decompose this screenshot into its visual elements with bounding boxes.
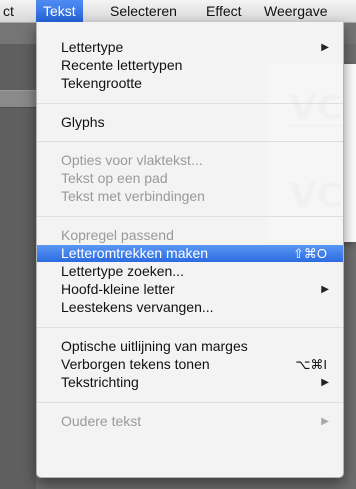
menu-item-label: Lettertype zoeken...: [61, 263, 184, 279]
menubar-item-weergave[interactable]: Weergave: [257, 0, 335, 22]
menu-item-label: Letteromtrekken maken: [61, 245, 209, 261]
triangle-right-icon: ▶: [321, 284, 329, 295]
panel-highlight-bar: [0, 90, 36, 108]
menubar-item-object[interactable]: ct: [0, 0, 21, 22]
menu-item-tekstrichting[interactable]: Tekstrichting ▶: [37, 374, 343, 391]
menu-item-shortcut: ⇧⌘O: [292, 246, 327, 261]
menu-item-lettertype[interactable]: Lettertype ▶: [37, 39, 343, 56]
menu-item-label: Tekstrichting: [61, 374, 139, 390]
menu-item-shortcut: ⌥⌘I: [295, 357, 327, 372]
menu-separator: [37, 141, 343, 142]
menu-item-label: Tekengrootte: [61, 75, 142, 91]
menu-item-hoofd-kleine-letter[interactable]: Hoofd-kleine letter ▶: [37, 281, 343, 298]
tools-panel-edge: [0, 44, 36, 489]
triangle-right-icon: ▶: [321, 416, 329, 427]
menu-item-label: Recente lettertypen: [61, 57, 183, 73]
menu-separator: [37, 103, 343, 104]
tekst-dropdown-menu: Lettertype ▶ Recente lettertypen Tekengr…: [36, 22, 344, 478]
menu-item-recente-lettertypen[interactable]: Recente lettertypen: [37, 57, 343, 74]
menu-item-label: Kopregel passend: [61, 227, 174, 243]
menu-separator: [37, 402, 343, 403]
menubar-item-tekst[interactable]: Tekst: [36, 0, 83, 22]
menu-item-oudere-tekst: Oudere tekst ▶: [37, 413, 343, 430]
menu-separator: [37, 327, 343, 328]
triangle-right-icon: ▶: [321, 377, 329, 388]
menu-item-label: Verborgen tekens tonen: [61, 356, 210, 372]
menu-item-lettertype-zoeken[interactable]: Lettertype zoeken...: [37, 263, 343, 280]
menu-item-tekst-op-een-pad: Tekst op een pad: [37, 170, 343, 187]
menu-item-label: Optische uitlijning van marges: [61, 338, 248, 354]
menu-item-label: Glyphs: [61, 114, 105, 130]
triangle-right-icon: ▶: [321, 42, 329, 53]
menu-item-tekengrootte[interactable]: Tekengrootte: [37, 75, 343, 92]
menu-item-label: Hoofd-kleine letter: [61, 281, 175, 297]
menu-item-opties-voor-vlaktekst: Opties voor vlaktekst...: [37, 152, 343, 169]
menu-item-label: Opties voor vlaktekst...: [61, 152, 203, 168]
menu-item-kopregel-passend: Kopregel passend: [37, 227, 343, 244]
menu-item-leestekens-vervangen[interactable]: Leestekens vervangen...: [37, 299, 343, 316]
menubar-item-effect[interactable]: Effect: [199, 0, 249, 22]
menu-item-label: Lettertype: [61, 39, 124, 55]
menu-item-label: Leestekens vervangen...: [61, 299, 214, 315]
menu-item-optische-uitlijning[interactable]: Optische uitlijning van marges: [37, 338, 343, 355]
menubar-item-selecteren[interactable]: Selecteren: [103, 0, 184, 22]
menu-item-glyphs[interactable]: Glyphs: [37, 114, 343, 131]
menu-item-verborgen-tekens-tonen[interactable]: Verborgen tekens tonen ⌥⌘I: [37, 356, 343, 373]
menu-item-label: Oudere tekst: [61, 413, 142, 429]
menu-item-tekst-met-verbindingen: Tekst met verbindingen: [37, 188, 343, 205]
menu-separator: [37, 216, 343, 217]
menu-item-letteromtrekken-maken[interactable]: Letteromtrekken maken ⇧⌘O: [37, 245, 343, 262]
menu-item-label: Tekst op een pad: [61, 170, 168, 186]
menu-item-label: Tekst met verbindingen: [61, 188, 205, 204]
menu-bar: ct Tekst Selecteren Effect Weergave: [0, 0, 356, 23]
